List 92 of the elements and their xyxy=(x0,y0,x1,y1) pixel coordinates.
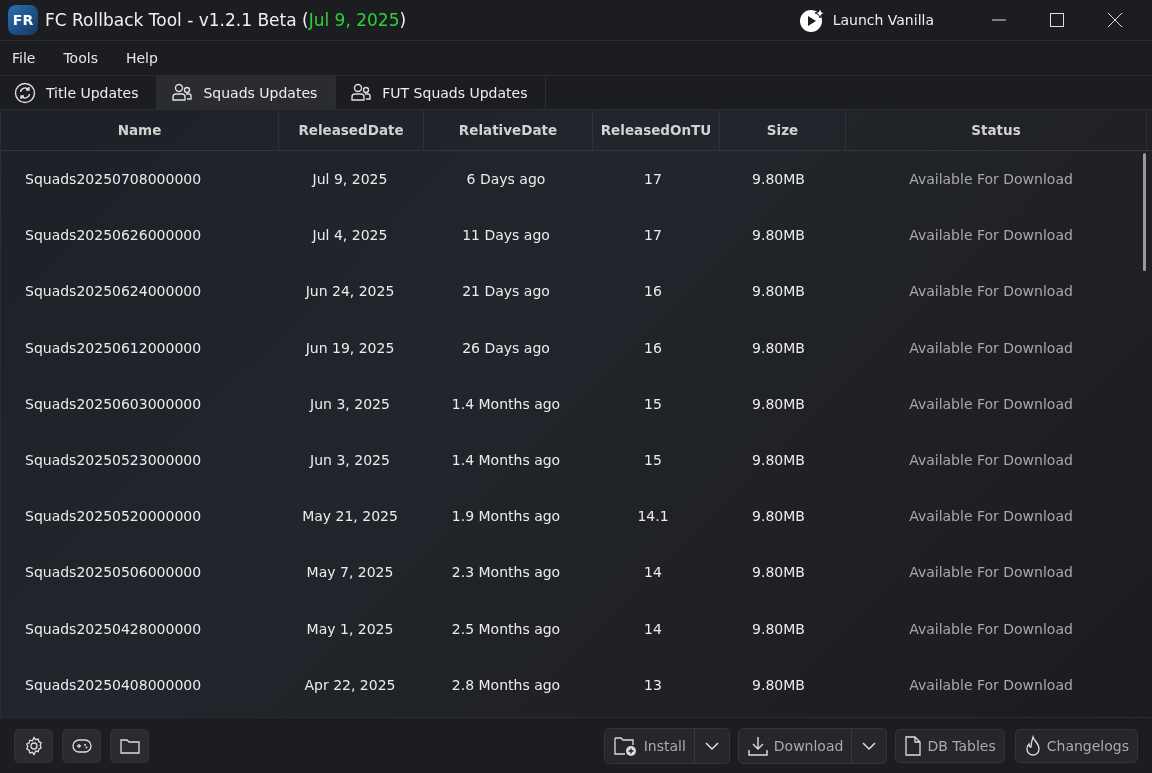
tab[interactable]: Squads Updates xyxy=(157,76,337,109)
table-cell: Squads20250626000000 xyxy=(25,227,202,244)
table-cell: 16 xyxy=(644,283,662,300)
column-header[interactable]: RelativeDate xyxy=(424,110,593,150)
table-cell: Available For Download xyxy=(909,283,1073,300)
table-cell: Squads20250624000000 xyxy=(25,283,202,300)
table-cell: 9.80MB xyxy=(752,395,805,412)
table-cell: May 21, 2025 xyxy=(302,508,398,525)
table-cell: Squads20250506000000 xyxy=(25,564,202,581)
download-icon xyxy=(746,734,769,757)
table-cell: 9.80MB xyxy=(752,227,805,244)
column-header[interactable]: Size xyxy=(720,110,846,150)
table-cell: 9.80MB xyxy=(752,283,805,300)
table-cell: 17 xyxy=(644,171,662,188)
table-cell: 6 Days ago xyxy=(466,171,546,188)
close-icon[interactable] xyxy=(1107,12,1123,28)
menu-item[interactable]: Tools xyxy=(63,50,98,66)
maximize-icon[interactable] xyxy=(1049,12,1065,28)
table-cell: 1.9 Months ago xyxy=(451,508,561,525)
table-cell: 13 xyxy=(644,676,662,693)
launch-button[interactable]: Launch Vanilla xyxy=(792,5,940,35)
table-cell: 9.80MB xyxy=(752,620,805,637)
refresh-icon xyxy=(14,81,36,104)
changelogs-button[interactable]: Changelogs xyxy=(1014,728,1138,763)
table-cell: 1.4 Months ago xyxy=(451,452,561,469)
table-cell: 9.80MB xyxy=(752,676,805,693)
menu-item[interactable]: File xyxy=(12,50,36,66)
table-cell: Jun 24, 2025 xyxy=(305,283,395,300)
table-cell: May 7, 2025 xyxy=(306,564,394,581)
table-cell: Available For Download xyxy=(909,564,1073,581)
table-cell: Jun 3, 2025 xyxy=(310,452,390,469)
table-cell: Available For Download xyxy=(909,171,1073,188)
table-cell: Available For Download xyxy=(909,508,1073,525)
table-cell: 14.1 xyxy=(637,508,669,525)
table-cell: Available For Download xyxy=(909,676,1073,693)
table-cell: Squads20250428000000 xyxy=(25,620,202,637)
table-cell: 14 xyxy=(644,564,662,581)
table-cell: Apr 22, 2025 xyxy=(304,676,396,693)
table-cell: 15 xyxy=(644,452,662,469)
table-cell: Available For Download xyxy=(909,227,1073,244)
table-cell: Squads20250603000000 xyxy=(25,395,202,412)
table-cell: 16 xyxy=(644,339,662,356)
table-cell: 9.80MB xyxy=(752,508,805,525)
table-cell: Jun 19, 2025 xyxy=(305,339,395,356)
table-cell: Jul 9, 2025 xyxy=(312,171,388,188)
people-icon xyxy=(350,81,373,104)
table-cell: 21 Days ago xyxy=(462,283,550,300)
table-cell: Available For Download xyxy=(909,620,1073,637)
table-cell: May 1, 2025 xyxy=(306,620,394,637)
column-header[interactable]: ReleasedDate xyxy=(279,110,424,150)
table-cell: 26 Days ago xyxy=(462,339,550,356)
table-cell: 15 xyxy=(644,395,662,412)
window-title: FC Rollback Tool - v1.2.1 Beta (Jul 9, 2025) xyxy=(45,10,407,30)
table-cell: Squads20250523000000 xyxy=(25,452,202,469)
table-cell: 2.3 Months ago xyxy=(451,564,561,581)
db-tables-button[interactable]: DB Tables xyxy=(895,728,1005,763)
document-icon xyxy=(904,734,923,757)
table-cell: Available For Download xyxy=(909,339,1073,356)
table-cell: Squads20250520000000 xyxy=(25,508,202,525)
chevron-down-icon xyxy=(862,740,877,751)
column-header[interactable]: Name xyxy=(1,110,279,150)
table-cell: 2.8 Months ago xyxy=(451,676,561,693)
play-sparkle-icon xyxy=(798,6,827,34)
table-cell: Jul 4, 2025 xyxy=(312,227,388,244)
app-logo: FR xyxy=(8,5,38,35)
menu-item[interactable]: Help xyxy=(125,50,158,66)
table-cell: Squads20250408000000 xyxy=(25,676,202,693)
table-cell: Squads20250612000000 xyxy=(25,339,202,356)
table-cell: Squads20250708000000 xyxy=(25,171,202,188)
folder-button[interactable] xyxy=(110,728,149,763)
game-button[interactable] xyxy=(62,728,101,763)
table-cell: 1.4 Months ago xyxy=(451,395,561,412)
table-cell: 14 xyxy=(644,620,662,637)
flame-icon xyxy=(1023,734,1042,757)
table-cell: 9.80MB xyxy=(752,339,805,356)
scrollbar-thumb[interactable] xyxy=(1143,153,1146,271)
table-cell: 9.80MB xyxy=(752,452,805,469)
table-cell: 9.80MB xyxy=(752,171,805,188)
column-header[interactable]: Status xyxy=(846,110,1147,150)
table-cell: 2.5 Months ago xyxy=(451,620,561,637)
people-icon xyxy=(171,81,194,104)
folder-plus-icon xyxy=(612,734,639,757)
table-cell: 9.80MB xyxy=(752,564,805,581)
chevron-down-icon xyxy=(704,740,719,751)
column-header[interactable]: ReleasedOnTU xyxy=(593,110,720,150)
gear-icon xyxy=(23,735,44,756)
table-cell: 17 xyxy=(644,227,662,244)
table-cell: Available For Download xyxy=(909,395,1073,412)
table-cell: 11 Days ago xyxy=(462,227,550,244)
table-cell: Jun 3, 2025 xyxy=(310,395,390,412)
table-cell: Available For Download xyxy=(909,452,1073,469)
settings-button[interactable] xyxy=(14,728,53,763)
